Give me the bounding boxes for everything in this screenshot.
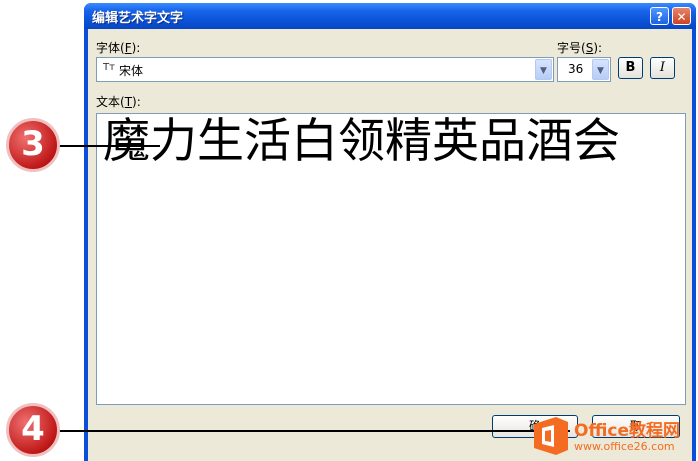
watermark-url: www.office26.com xyxy=(574,440,675,453)
edit-wordart-dialog: 编辑艺术字文字 ? ✕ 字体(F): Tт 宋体 ▼ 字号(S): 36 ▼ B xyxy=(84,3,696,461)
size-label-text: 字号 xyxy=(557,41,582,55)
size-dropdown-button[interactable]: ▼ xyxy=(592,59,609,80)
size-label: 字号(S): xyxy=(557,41,603,55)
font-label-text: 字体 xyxy=(96,41,121,55)
text-accel: T xyxy=(124,95,133,109)
chevron-down-icon: ▼ xyxy=(597,66,604,76)
truetype-font-icon: Tт xyxy=(103,62,115,73)
wordart-text-input[interactable]: 魔力生活白领精英品酒会 xyxy=(96,113,686,405)
callout-4-leader-line xyxy=(50,430,570,432)
dialog-client: 字体(F): Tт 宋体 ▼ 字号(S): 36 ▼ B I 文本(T): 魔力… xyxy=(88,29,692,461)
font-combo[interactable]: Tт 宋体 ▼ xyxy=(96,57,554,82)
italic-button[interactable]: I xyxy=(650,57,675,79)
wordart-text-value: 魔力生活白领精英品酒会 xyxy=(103,114,620,169)
callout-step-4: 4 xyxy=(6,403,60,457)
size-combo[interactable]: 36 ▼ xyxy=(557,57,611,82)
close-button[interactable]: ✕ xyxy=(672,7,691,25)
size-accel: S xyxy=(585,41,594,55)
office-logo-icon xyxy=(534,417,568,455)
font-value: 宋体 xyxy=(119,64,144,78)
watermark-title: Office教程网 xyxy=(574,421,681,441)
size-value: 36 xyxy=(568,62,584,76)
text-label-text: 文本 xyxy=(96,95,121,109)
chevron-down-icon: ▼ xyxy=(540,66,547,76)
callout-step-3: 3 xyxy=(6,118,60,172)
font-dropdown-button[interactable]: ▼ xyxy=(535,59,552,80)
watermark: Office教程网 www.office26.com xyxy=(530,410,698,461)
dialog-title: 编辑艺术字文字 xyxy=(92,11,184,26)
font-label: 字体(F): xyxy=(96,41,141,55)
callout-3-leader-line xyxy=(50,145,160,147)
title-bar[interactable]: 编辑艺术字文字 ? ✕ xyxy=(84,3,696,29)
font-accel: F xyxy=(124,41,132,55)
help-button[interactable]: ? xyxy=(650,7,669,25)
text-label: 文本(T): xyxy=(96,95,141,109)
bold-button[interactable]: B xyxy=(618,57,643,79)
